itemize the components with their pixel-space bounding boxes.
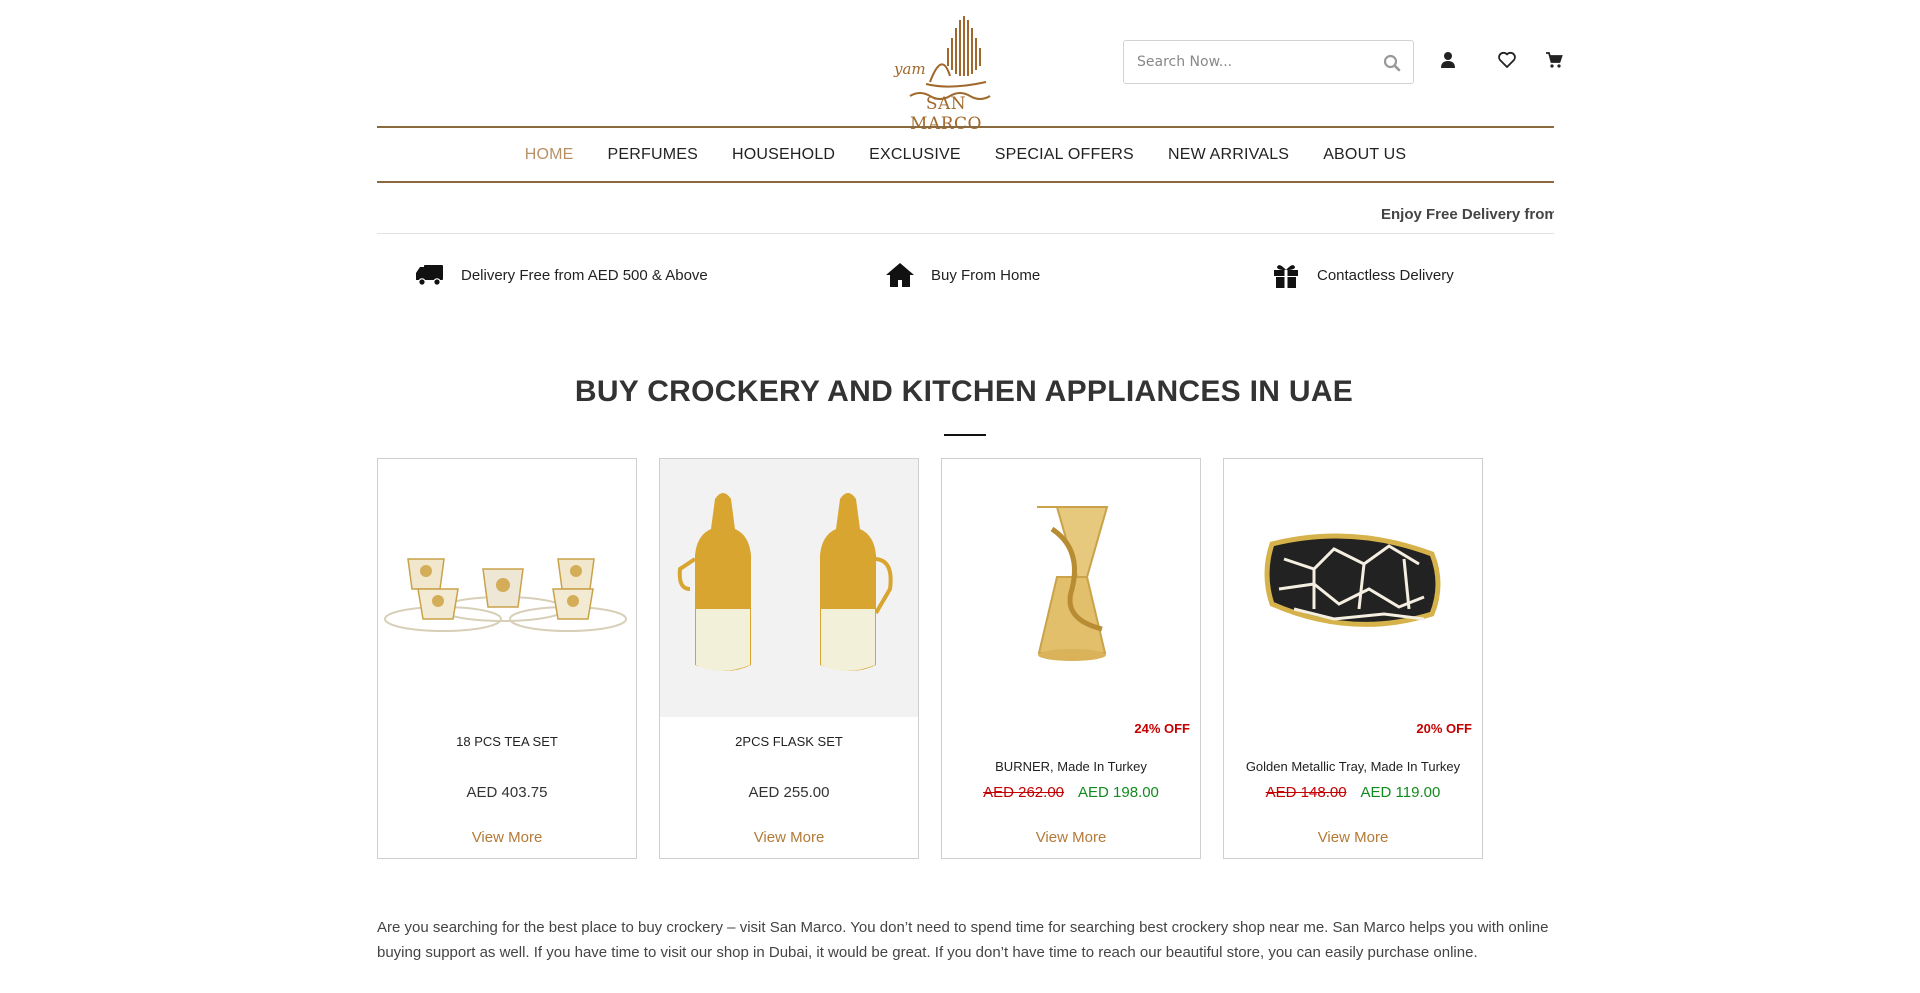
view-more-link[interactable]: View More xyxy=(1224,829,1482,846)
view-more-link[interactable]: View More xyxy=(942,829,1200,846)
section-title: BUY CROCKERY AND KITCHEN APPLIANCES IN U… xyxy=(574,375,1354,408)
cart-icon[interactable] xyxy=(1544,50,1564,70)
old-price: AED 148.00 xyxy=(1265,784,1347,801)
sale-price: AED 198.00 xyxy=(1078,784,1159,801)
announcement-marquee: Enjoy Free Delivery from xyxy=(377,194,1554,234)
truck-icon xyxy=(416,265,443,286)
main-navigation: HOME PERFUMES HOUSEHOLD EXCLUSIVE SPECIA… xyxy=(377,128,1554,182)
nav-item-special-offers[interactable]: SPECIAL OFFERS xyxy=(995,146,1134,164)
feature-delivery-label: Delivery Free from AED 500 & Above xyxy=(461,266,708,284)
flask-set-image[interactable] xyxy=(660,459,918,717)
discount-badge: 24% OFF xyxy=(1134,721,1190,736)
product-card[interactable]: 18 PCS TEA SET AED 403.75 View More xyxy=(377,458,637,859)
tea-set-image[interactable] xyxy=(378,459,636,717)
old-price: AED 262.00 xyxy=(983,784,1064,801)
search-box xyxy=(1123,40,1414,84)
product-name[interactable]: 18 PCS TEA SET xyxy=(378,734,636,749)
nav-item-exclusive[interactable]: EXCLUSIVE xyxy=(869,146,961,164)
product-card[interactable]: 24% OFF BURNER, Made In Turkey AED 262.0… xyxy=(941,458,1201,859)
product-price: AED 148.00 AED 119.00 xyxy=(1224,784,1482,801)
nav-item-home[interactable]: HOME xyxy=(525,146,574,164)
nav-item-perfumes[interactable]: PERFUMES xyxy=(608,146,699,164)
discount-badge: 20% OFF xyxy=(1416,721,1472,736)
view-more-link[interactable]: View More xyxy=(378,829,636,846)
product-grid: 18 PCS TEA SET AED 403.75 View More 2PCS… xyxy=(377,458,1554,860)
burner-image[interactable] xyxy=(942,459,1200,717)
feature-strip: Delivery Free from AED 500 & Above Buy F… xyxy=(377,255,1554,295)
product-name[interactable]: Golden Metallic Tray, Made In Turkey xyxy=(1224,759,1482,774)
seo-description: Are you searching for the best place to … xyxy=(377,919,1549,961)
sale-price: AED 119.00 xyxy=(1360,784,1441,801)
product-card[interactable]: 20% OFF Golden Metallic Tray, Made In Tu… xyxy=(1223,458,1483,859)
logo-yam-text: yam xyxy=(894,60,926,78)
nav-item-household[interactable]: HOUSEHOLD xyxy=(732,146,835,164)
site-header: yam SAN MARCO xyxy=(0,0,1920,134)
nav-item-about-us[interactable]: ABOUT US xyxy=(1323,146,1406,164)
home-icon xyxy=(886,263,914,287)
marquee-text: Enjoy Free Delivery from xyxy=(1381,206,1554,223)
section-title-rule xyxy=(944,434,986,436)
feature-buy-home: Buy From Home xyxy=(885,255,1040,295)
nav-item-new-arrivals[interactable]: NEW ARRIVALS xyxy=(1168,146,1289,164)
product-name[interactable]: 2PCS FLASK SET xyxy=(660,734,918,749)
user-icon[interactable] xyxy=(1438,50,1458,70)
product-price: AED 255.00 xyxy=(748,784,830,801)
san-marco-logo[interactable]: yam SAN MARCO xyxy=(890,10,1002,134)
product-price: AED 403.75 xyxy=(466,784,548,801)
feature-delivery: Delivery Free from AED 500 & Above xyxy=(415,255,708,295)
product-card[interactable]: 2PCS FLASK SET AED 255.00 View More xyxy=(659,458,919,859)
product-price: AED 262.00 AED 198.00 xyxy=(942,784,1200,801)
heart-icon[interactable] xyxy=(1497,50,1517,70)
feature-contactless: Contactless Delivery xyxy=(1271,255,1454,295)
product-name[interactable]: BURNER, Made In Turkey xyxy=(942,759,1200,774)
nav-bottom-rule xyxy=(377,181,1554,183)
search-icon[interactable] xyxy=(1383,54,1401,72)
gift-icon xyxy=(1274,265,1298,288)
view-more-link[interactable]: View More xyxy=(660,829,918,846)
golden-tray-image[interactable] xyxy=(1224,459,1482,717)
feature-buy-home-label: Buy From Home xyxy=(931,266,1041,284)
search-input[interactable] xyxy=(1124,41,1364,83)
feature-contactless-label: Contactless Delivery xyxy=(1317,266,1454,284)
